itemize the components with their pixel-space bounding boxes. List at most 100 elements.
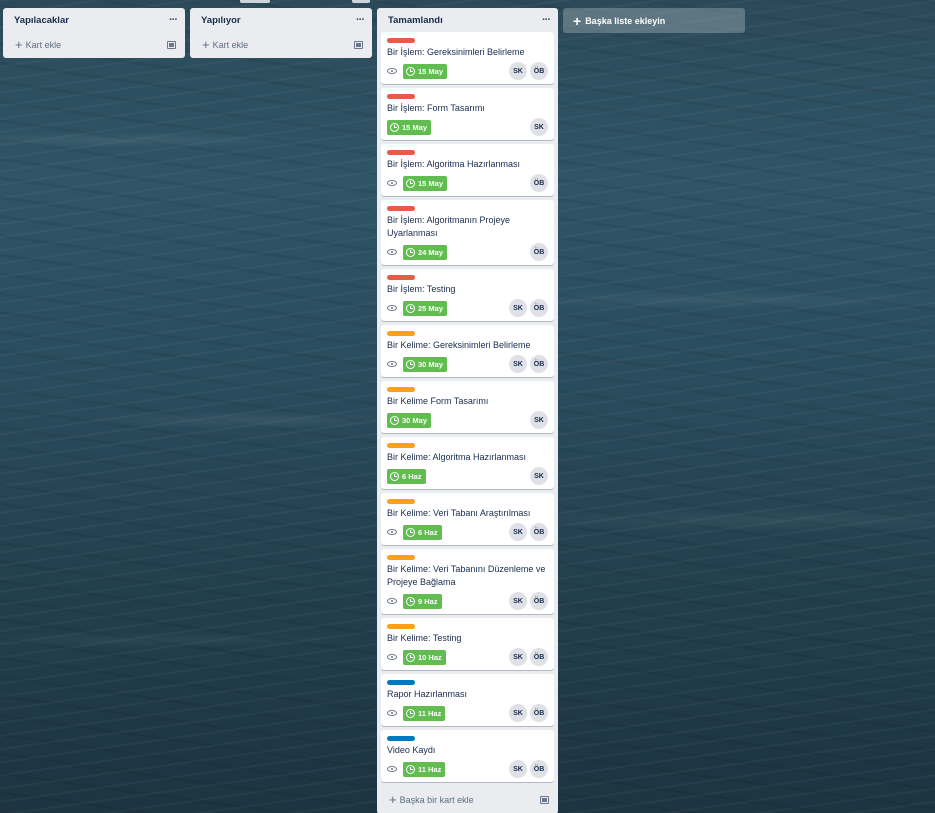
member-avatar[interactable]: ÖB xyxy=(530,62,548,80)
card[interactable]: Video Kaydı 11 Haz SK ÖB xyxy=(381,730,554,782)
member-avatar[interactable]: ÖB xyxy=(530,355,548,373)
card[interactable]: Bir Kelime: Veri Tabanı Araştırılması 6 H… xyxy=(381,493,554,545)
card-label[interactable] xyxy=(387,680,415,685)
header-fragment xyxy=(240,0,270,3)
badge-group: 6 Haz xyxy=(387,524,442,540)
card[interactable]: Bir Kelime Form Tasarımı 30 May SK xyxy=(381,381,554,433)
card-label[interactable] xyxy=(387,624,415,629)
due-date-badge[interactable]: 30 May xyxy=(403,356,448,372)
due-date-badge[interactable]: 15 May xyxy=(403,63,448,79)
card-label[interactable] xyxy=(387,331,415,336)
due-date-text: 25 May xyxy=(418,303,444,313)
due-date-badge[interactable]: 15 May xyxy=(387,119,432,135)
card-label[interactable] xyxy=(387,206,415,211)
member-avatar[interactable]: SK xyxy=(509,760,527,778)
badge-group: 6 Haz xyxy=(387,468,426,484)
list-done: Tamamlandı ··· Bir İşlem: Gereksinimleri… xyxy=(377,8,558,813)
card-template-icon[interactable] xyxy=(540,796,549,804)
member-avatar[interactable]: ÖB xyxy=(530,243,548,261)
due-date-badge[interactable]: 11 Haz xyxy=(403,761,446,777)
list-todo: Yapılacaklar ··· + Kart ekle xyxy=(3,8,185,58)
watch-eye-icon xyxy=(387,249,397,255)
member-avatar[interactable]: ÖB xyxy=(530,523,548,541)
card-label[interactable] xyxy=(387,38,415,43)
add-list-button[interactable]: + Başka liste ekleyin xyxy=(563,8,745,33)
member-avatar[interactable]: SK xyxy=(530,411,548,429)
badge-group: 11 Haz xyxy=(387,705,446,721)
card-members: ÖB xyxy=(530,243,548,261)
plus-icon: + xyxy=(389,792,397,807)
card[interactable]: Bir İşlem: Algoritmanın Projeye Uyarlanm… xyxy=(381,200,554,265)
member-avatar[interactable]: SK xyxy=(509,355,527,373)
due-date-badge[interactable]: 25 May xyxy=(403,300,448,316)
member-avatar[interactable]: ÖB xyxy=(530,592,548,610)
card-members: SK xyxy=(530,467,548,485)
add-card-row: + Kart ekle xyxy=(190,32,372,58)
card-badges: 6 Haz SK ÖB xyxy=(387,523,548,541)
card-label[interactable] xyxy=(387,150,415,155)
due-date-text: 30 May xyxy=(402,415,428,425)
member-avatar[interactable]: SK xyxy=(530,118,548,136)
plus-icon: + xyxy=(202,37,210,52)
member-avatar[interactable]: SK xyxy=(509,299,527,317)
card[interactable]: Bir Kelime: Veri Tabanını Düzenleme ve P… xyxy=(381,549,554,614)
due-date-text: 24 May xyxy=(418,247,444,257)
member-avatar[interactable]: ÖB xyxy=(530,174,548,192)
card-label[interactable] xyxy=(387,275,415,280)
card-label[interactable] xyxy=(387,94,415,99)
clock-icon xyxy=(390,471,399,481)
badge-group: 9 Haz xyxy=(387,593,442,609)
add-card-button[interactable]: + Kart ekle xyxy=(15,38,61,51)
due-date-badge[interactable]: 15 May xyxy=(403,175,448,191)
member-avatar[interactable]: ÖB xyxy=(530,704,548,722)
watch-eye-icon xyxy=(387,710,397,716)
due-date-badge[interactable]: 24 May xyxy=(403,244,448,260)
card-title: Bir İşlem: Gereksinimleri Belirleme xyxy=(387,47,525,57)
card-label[interactable] xyxy=(387,499,415,504)
due-date-badge[interactable]: 9 Haz xyxy=(403,593,442,609)
card[interactable]: Bir İşlem: Testing 25 May SK ÖB xyxy=(381,269,554,321)
card[interactable]: Bir Kelime: Testing 10 Haz SK ÖB xyxy=(381,618,554,670)
member-avatar[interactable]: ÖB xyxy=(530,760,548,778)
add-card-button[interactable]: + Başka bir kart ekle xyxy=(389,792,474,807)
due-date-badge[interactable]: 11 Haz xyxy=(403,705,446,721)
card-label[interactable] xyxy=(387,387,415,392)
badge-group: 15 May xyxy=(387,119,432,135)
due-date-text: 6 Haz xyxy=(418,527,438,537)
due-date-badge[interactable]: 6 Haz xyxy=(403,524,442,540)
card-label[interactable] xyxy=(387,736,415,741)
list-title[interactable]: Yapılacaklar xyxy=(14,15,69,26)
card-label[interactable] xyxy=(387,555,415,560)
card-template-icon[interactable] xyxy=(167,41,176,49)
member-avatar[interactable]: SK xyxy=(509,592,527,610)
list-menu-icon[interactable]: ··· xyxy=(356,14,365,26)
list-title[interactable]: Yapılıyor xyxy=(201,15,241,26)
due-date-badge[interactable]: 30 May xyxy=(387,412,432,428)
card-title: Bir İşlem: Testing xyxy=(387,284,456,294)
card[interactable]: Bir İşlem: Form Tasarımı 15 May SK xyxy=(381,88,554,140)
card-label[interactable] xyxy=(387,443,415,448)
card[interactable]: Bir İşlem: Algoritma Hazırlanması 15 May Ö… xyxy=(381,144,554,196)
due-date-badge[interactable]: 6 Haz xyxy=(387,468,426,484)
list-title[interactable]: Tamamlandı xyxy=(388,15,443,26)
card[interactable]: Bir Kelime: Gereksinimleri Belirleme 30 M… xyxy=(381,325,554,377)
due-date-badge[interactable]: 10 Haz xyxy=(403,649,446,665)
card-badges: 15 May SK xyxy=(387,118,548,136)
card[interactable]: Rapor Hazırlanması 11 Haz SK ÖB xyxy=(381,674,554,726)
list-menu-icon[interactable]: ··· xyxy=(542,14,551,26)
member-avatar[interactable]: SK xyxy=(509,62,527,80)
list-menu-icon[interactable]: ··· xyxy=(169,14,178,26)
header-fragment xyxy=(352,0,370,3)
member-avatar[interactable]: SK xyxy=(509,523,527,541)
card[interactable]: Bir İşlem: Gereksinimleri Belirleme 15 Ma… xyxy=(381,32,554,84)
member-avatar[interactable]: SK xyxy=(530,467,548,485)
member-avatar[interactable]: ÖB xyxy=(530,299,548,317)
add-card-button[interactable]: + Kart ekle xyxy=(202,37,248,52)
member-avatar[interactable]: ÖB xyxy=(530,648,548,666)
member-avatar[interactable]: SK xyxy=(509,648,527,666)
due-date-text: 10 Haz xyxy=(418,652,442,662)
card-template-icon[interactable] xyxy=(354,41,363,49)
member-avatar[interactable]: SK xyxy=(509,704,527,722)
watch-eye-icon xyxy=(387,180,397,186)
card[interactable]: Bir Kelime: Algoritma Hazırlanması 6 Haz S… xyxy=(381,437,554,489)
